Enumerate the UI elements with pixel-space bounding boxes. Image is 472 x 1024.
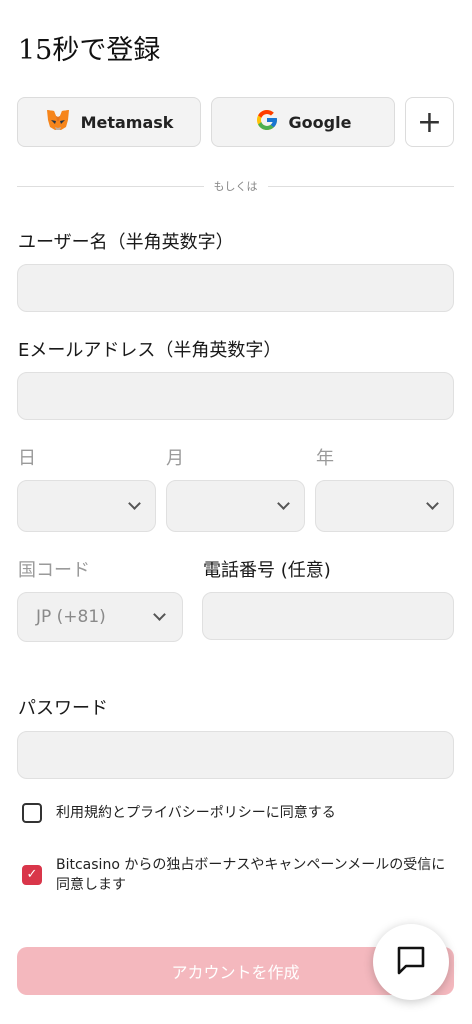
country-code-value: JP (+81) <box>36 607 106 627</box>
more-login-options-button[interactable]: + <box>405 97 454 147</box>
day-label: 日 <box>18 448 36 469</box>
username-label: ユーザー名（半角英数字） <box>18 232 234 253</box>
metamask-button[interactable]: Metamask <box>17 97 201 147</box>
phone-label: 電話番号 (任意) <box>203 560 331 581</box>
chevron-down-icon <box>277 497 290 510</box>
password-input[interactable] <box>17 731 454 779</box>
chevron-down-icon <box>153 608 166 621</box>
terms-consent-row: 利用規約とプライバシーポリシーに同意する <box>22 803 336 823</box>
password-label: パスワード <box>18 698 108 719</box>
chevron-down-icon <box>128 497 141 510</box>
metamask-fox-icon <box>45 108 71 136</box>
chat-button[interactable] <box>373 924 449 1000</box>
marketing-consent-text: Bitcasino からの独占ボーナスやキャンペーンメールの受信に同意します <box>56 857 446 893</box>
terms-consent-text: 利用規約とプライバシーポリシーに同意する <box>56 805 336 821</box>
divider-line-left <box>17 185 204 187</box>
month-select[interactable] <box>166 480 305 532</box>
divider-line-right <box>267 185 454 187</box>
marketing-consent-row: ✓ Bitcasino からの独占ボーナスやキャンペーンメールの受信に同意します <box>22 855 454 895</box>
country-code-label: 国コード <box>18 560 90 581</box>
divider-text: もしくは <box>213 180 258 193</box>
year-select[interactable] <box>315 480 454 532</box>
month-label: 月 <box>166 448 184 469</box>
username-input[interactable] <box>17 264 454 312</box>
email-label: Eメールアドレス（半角英数字） <box>18 340 282 361</box>
chat-bubble-icon <box>394 943 428 981</box>
google-button[interactable]: Google <box>211 97 395 147</box>
chevron-down-icon <box>426 497 439 510</box>
year-label: 年 <box>316 448 334 469</box>
country-code-select[interactable]: JP (+81) <box>17 592 183 642</box>
checkmark-icon: ✓ <box>26 867 38 882</box>
plus-icon: + <box>416 104 443 140</box>
phone-input[interactable] <box>202 592 454 640</box>
page-title: 15秒で登録 <box>18 35 161 66</box>
terms-checkbox[interactable] <box>22 803 42 823</box>
metamask-label: Metamask <box>80 112 174 132</box>
google-label: Google <box>288 112 352 132</box>
marketing-checkbox[interactable]: ✓ <box>22 865 42 885</box>
email-input[interactable] <box>17 372 454 420</box>
day-select[interactable] <box>17 480 156 532</box>
google-g-icon <box>255 108 279 136</box>
or-divider: もしくは <box>17 178 454 194</box>
